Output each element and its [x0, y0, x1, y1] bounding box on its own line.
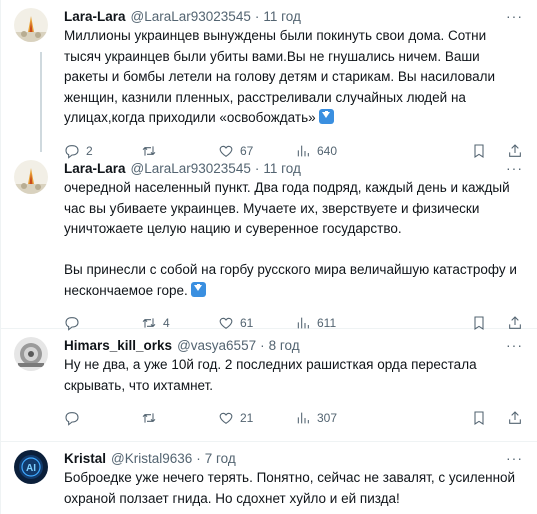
like-icon	[219, 412, 233, 424]
timestamp[interactable]: 8 год	[269, 338, 300, 353]
separator-dot: ·	[254, 160, 260, 176]
separator-dot: ·	[254, 8, 260, 24]
separator-dot: ·	[260, 337, 265, 353]
avatar[interactable]	[14, 8, 48, 42]
bookmark-button[interactable]	[471, 410, 487, 426]
tweet-header: Kristal @Kristal9636 · 7 год	[64, 448, 525, 468]
display-name[interactable]: Lara-Lara	[64, 9, 126, 24]
display-name[interactable]: Kristal	[64, 451, 106, 466]
timestamp[interactable]: 11 год	[263, 161, 300, 176]
user-handle[interactable]: @Kristal9636	[111, 451, 192, 466]
user-handle[interactable]: @LaraLar93023545	[131, 9, 251, 24]
tweet-1[interactable]: Lara-Lara @LaraLar93023545 · 11 год Милл…	[1, 0, 537, 159]
view-count: 611	[317, 316, 337, 330]
tweet-3[interactable]: Himars_kill_orks @vasya6557 · 8 год Ну н…	[1, 329, 537, 442]
more-options-button[interactable]: ···	[506, 450, 523, 466]
tweet-text: Миллионы украинцев вынуждены были покину…	[64, 26, 525, 129]
like-button[interactable]: 21	[218, 410, 295, 426]
reply-feed: Lara-Lara @LaraLar93023545 · 11 год Милл…	[0, 0, 537, 514]
avatar-column	[11, 6, 59, 152]
action-bar: 21 307	[64, 400, 525, 436]
retweet-button[interactable]	[141, 410, 218, 426]
more-options-button[interactable]: ···	[506, 337, 523, 353]
tweet-2[interactable]: Lara-Lara @LaraLar93023545 · 11 год очер…	[1, 152, 537, 331]
views-icon	[297, 412, 309, 424]
tweet-4[interactable]: AI Kristal @Kristal9636 · 7 год Боброедк…	[1, 442, 537, 514]
view-count: 307	[317, 411, 338, 425]
tweet-content: Lara-Lara @LaraLar93023545 · 11 год Милл…	[59, 6, 525, 159]
reply-icon	[65, 412, 79, 426]
avatar-column: AI	[11, 448, 59, 514]
tweet-header: Lara-Lara @LaraLar93023545 · 11 год	[64, 6, 525, 26]
retweet-count: 4	[163, 316, 170, 330]
avatar[interactable]	[14, 337, 48, 371]
like-count: 21	[240, 411, 254, 425]
retweet-icon	[142, 413, 156, 423]
tweet-text-body: Миллионы украинцев вынуждены были покину…	[64, 28, 496, 125]
reply-button[interactable]	[64, 410, 141, 426]
like-count: 61	[240, 316, 254, 330]
user-handle[interactable]: @vasya6557	[177, 338, 256, 353]
avatar-logo-text: AI	[26, 463, 36, 474]
more-options-button[interactable]: ···	[506, 160, 523, 176]
share-button[interactable]	[507, 410, 523, 426]
share-icon	[509, 411, 521, 424]
views-button[interactable]: 307	[295, 410, 372, 426]
avatar-column	[11, 158, 59, 328]
avatar-column	[11, 335, 59, 441]
tweet-text: очередной населенный пункт. Два года под…	[64, 178, 525, 301]
display-name[interactable]: Lara-Lara	[64, 161, 126, 176]
avatar[interactable]: AI	[14, 450, 48, 484]
tweet-text-body: очередной населенный пункт. Два года под…	[64, 180, 517, 298]
tweet-header: Himars_kill_orks @vasya6557 · 8 год	[64, 335, 525, 355]
separator-dot: ·	[196, 450, 201, 466]
tweet-text: Боброедке уже нечего терять. Понятно, се…	[64, 470, 516, 506]
tweet-header: Lara-Lara @LaraLar93023545 · 11 год	[64, 158, 525, 178]
bookmark-icon	[474, 411, 484, 425]
timestamp[interactable]: 7 год	[205, 451, 236, 466]
timestamp[interactable]: 11 год	[263, 9, 300, 24]
tweet-text: Ну не два, а уже 10й год. 2 последних ра…	[64, 357, 477, 393]
avatar[interactable]	[14, 160, 48, 194]
more-options-button[interactable]: ···	[506, 8, 523, 24]
user-handle[interactable]: @LaraLar93023545	[131, 161, 251, 176]
tweet-content: Himars_kill_orks @vasya6557 · 8 год Ну н…	[59, 335, 525, 441]
tweet-content: Kristal @Kristal9636 · 7 год Боброедке у…	[59, 448, 525, 514]
arrow-down-emoji-icon	[318, 109, 334, 124]
arrow-down-emoji-icon	[190, 281, 206, 297]
tweet-content: Lara-Lara @LaraLar93023545 · 11 год очер…	[59, 158, 525, 331]
display-name[interactable]: Himars_kill_orks	[64, 338, 172, 353]
